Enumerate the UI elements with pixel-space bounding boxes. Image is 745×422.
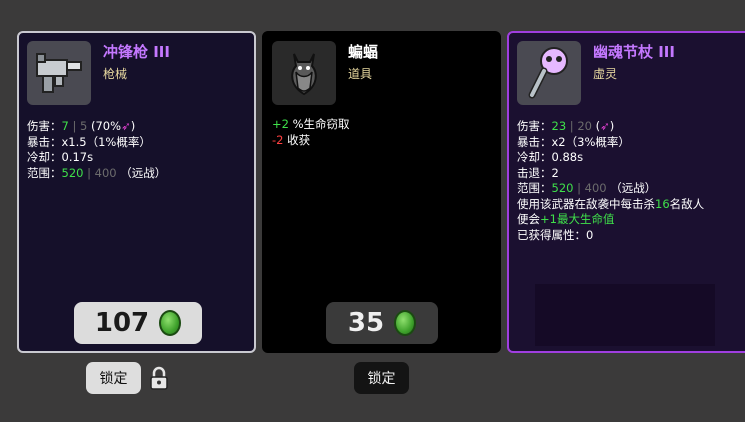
scepter-icon-box [517, 41, 581, 105]
effect-life-steal: +2 %生命窃取 [272, 117, 350, 131]
ranged-damage-icon: ➶ [600, 119, 610, 133]
effect-harvesting: -2 收获 [272, 132, 311, 147]
material-coin-icon [394, 310, 417, 336]
smg-icon [36, 53, 82, 93]
ghost-scepter-icon [528, 47, 568, 99]
card-type: 道具 [348, 67, 373, 81]
stat-damage: 伤害：23 | 20 (➶) [517, 119, 615, 133]
stat-damage: 伤害：7 | 5 (70%➶) [27, 119, 136, 133]
card-title: 幽魂节杖 III [593, 43, 675, 61]
smg-icon-box [27, 41, 91, 105]
material-coin-icon [159, 310, 182, 336]
stat-range: 范围：520 | 400 （远战） [517, 181, 657, 195]
stat-cooldown: 冷却：0.17s [27, 150, 94, 164]
lock-button[interactable]: 锁定 [354, 362, 409, 394]
weapon-description: 使用该武器在敌袭中每击杀16名敌人 [517, 196, 705, 211]
buy-button[interactable]: 107 [74, 302, 202, 344]
gained-stats: 已获得属性：0 [517, 227, 594, 242]
lock-button[interactable]: 锁定 [86, 362, 141, 394]
price-value: 107 [94, 308, 150, 338]
weapon-description-bonus: 便会+1最大生命值 [517, 212, 615, 226]
stat-crit: 暴击：x2（3%概率） [517, 134, 630, 149]
card-type: 枪械 [103, 67, 128, 81]
buy-button[interactable]: 35 [326, 302, 438, 344]
stat-knockback: 击退：2 [517, 165, 559, 180]
stat-cooldown: 冷却：0.88s [517, 150, 584, 164]
card-type: 虚灵 [593, 67, 618, 81]
price-value: 35 [347, 308, 385, 338]
bat-icon-box [272, 41, 336, 105]
weapon-card-smg[interactable]: 冲锋枪 III 枪械 伤害：7 | 5 (70%➶) 暴击：x1.5（1%概率）… [17, 31, 256, 353]
item-card-bat[interactable]: 蝙蝠 道具 +2 %生命窃取 -2 收获 35 [262, 31, 501, 353]
weapon-card-ghost-scepter[interactable]: 幽魂节杖 III 虚灵 伤害：23 | 20 (➶) 暴击：x2（3%概率） 冷… [507, 31, 745, 353]
padlock-icon [150, 366, 168, 390]
card-title: 蝙蝠 [348, 43, 379, 61]
card-title: 冲锋枪 III [103, 43, 170, 61]
card-shadow-area [535, 284, 715, 346]
stat-range: 范围：520 | 400 （远战） [27, 165, 167, 180]
item-effects: +2 %生命窃取 -2 收获 [272, 117, 350, 148]
stat-crit: 暴击：x1.5（1%概率） [27, 134, 151, 149]
weapon-stats: 伤害：7 | 5 (70%➶) 暴击：x1.5（1%概率） 冷却：0.17s 范… [27, 119, 166, 181]
ranged-damage-icon: ➶ [121, 119, 131, 133]
bat-icon [291, 53, 317, 96]
weapon-stats: 伤害：23 | 20 (➶) 暴击：x2（3%概率） 冷却：0.88s 击退：2… [517, 119, 704, 243]
